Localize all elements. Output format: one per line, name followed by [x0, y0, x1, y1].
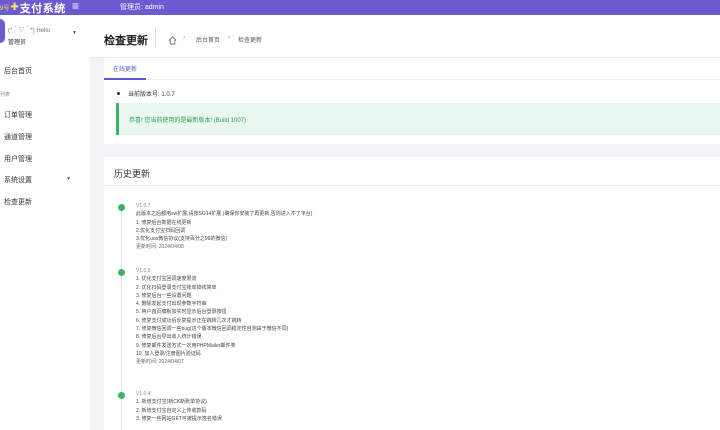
page-header: 检查更新 › 后台首页 › 检查更新 [90, 15, 720, 58]
user-role: 管理员 [8, 40, 27, 46]
sidebar: 后台首页 列表 订单管理 通道管理 用户管理 系统设置 ▼ 检查更新 [0, 57, 90, 430]
entry-line: 7. 修复微信回调一些bug(这个版本微信回调稳定性自测由于微信不同) [136, 326, 289, 333]
sidebar-item-settings[interactable]: 系统设置 [4, 175, 32, 185]
entry-line: 3.优化uos微信协议(支持百分之99的微信) [136, 236, 228, 243]
timeline-entry: V1.0.4 1. 新增支付宝(新CK新账单协议) 2. 新增支付宝自定义上传收… [136, 390, 222, 423]
entry-line: 1. 新增支付宝(新CK新账单协议) [136, 399, 207, 406]
bullet [117, 92, 120, 95]
entry-line: 2. 新增支付宝自定义上传收款码 [136, 407, 207, 414]
entry-line: 2. 优化扫码登录支付宝账单掉线简单 [136, 284, 217, 291]
online-update-card: 在线更新 当前版本号: 1.0.7 恭喜! 您当前使用的是最新版本! (Buil… [104, 58, 720, 144]
entry-line: 10. 加入登录/注册图片验证码 [136, 350, 201, 357]
sidebar-item-users[interactable]: 用户管理 [4, 154, 32, 164]
entry-line: 2.优化支付宝扫码回调 [136, 227, 186, 234]
page-title: 检查更新 [104, 35, 148, 47]
user-panel[interactable]: (*＾▽＾*) Hello 管理员 ▼ [0, 15, 90, 57]
sidebar-item-channels[interactable]: 通道管理 [4, 132, 32, 142]
entry-line: 3. 修复一些网站GET可被提示签名错误 [136, 415, 222, 422]
tab-bar: 在线更新 [104, 58, 720, 80]
entry-line: 9. 修复邮件发送方式一次用PHPMailer邮件类 [136, 342, 236, 349]
entry-version: V1.0.4 [136, 391, 151, 397]
menu-icon[interactable]: ≡ [72, 0, 79, 12]
chevron-right-icon: › [183, 34, 186, 41]
timeline-dot [118, 204, 125, 211]
entry-version: V1.0.5 [136, 268, 151, 274]
logo-prefix: 9号 [0, 6, 10, 12]
timeline-dot [118, 392, 125, 399]
entry-line: 4. 删除发起支付出现参数字符串 [136, 301, 207, 308]
logo-title: 支付系统 [19, 2, 66, 15]
entry-time: 更新时间: 2024/04/07 [136, 359, 184, 366]
divider [104, 185, 720, 186]
entry-line: 6. 修复支付成功后反复提示正在跳转几次才跳转 [136, 317, 242, 324]
sidebar-group-label: 列表 [0, 92, 11, 98]
avatar [0, 19, 5, 43]
entry-line: 8. 修复后台导出收入统计错误 [136, 334, 202, 341]
current-version: 当前版本号: 1.0.7 [128, 92, 175, 98]
sidebar-item-update[interactable]: 检查更新 [4, 197, 32, 207]
entry-time: 更新时间: 2024/04/08 [136, 244, 184, 251]
timeline-entry: V1.0.7 此版本之后都用sw扩展,请按SG14扩展 (确保你安装了再更新,否… [136, 202, 312, 252]
timeline-entry: V1.0.5 1. 优化支付宝回调速度限流 2. 优化扫码登录支付宝账单掉线简单… [136, 267, 288, 367]
update-notice: 恭喜! 您当前使用的是最新版本! (Build 1007) [116, 103, 720, 135]
logo-star-icon: ✚ [10, 2, 19, 13]
user-greeting: (*＾▽＾*) Hello [8, 28, 51, 34]
tab-online-update[interactable]: 在线更新 [104, 58, 146, 80]
entry-line: 1. 修复后台数据在线更新 [136, 219, 192, 226]
entry-version: V1.0.7 [136, 203, 151, 209]
sidebar-item-orders[interactable]: 订单管理 [4, 110, 32, 120]
divider [155, 28, 156, 48]
history-title: 历史更新 [114, 169, 151, 179]
caret-down-icon[interactable]: ▼ [72, 30, 77, 36]
admin-label[interactable]: 管理员: admin [120, 2, 164, 12]
entry-line: 此版本之后都用sw扩展,请按SG14扩展 (确保你安装了再更新,否则进入不了平台… [136, 211, 313, 218]
chevron-right-icon: › [228, 34, 231, 41]
home-icon[interactable] [168, 32, 177, 50]
timeline-dot [118, 269, 125, 276]
breadcrumb-home[interactable]: 后台首页 [196, 35, 220, 44]
top-bar: 9号 ✚ 支付系统 ≡ 管理员: admin [0, 0, 720, 15]
history-card: 历史更新 V1.0.7 此版本之后都用sw扩展,请按SG14扩展 (确保你安装了… [104, 157, 720, 430]
notice-text: 恭喜! 您当前使用的是最新版本! (Build 1007) [129, 118, 247, 124]
sidebar-item-home[interactable]: 后台首页 [4, 66, 32, 76]
breadcrumb-current: 检查更新 [238, 38, 263, 44]
chevron-down-icon[interactable]: ▼ [66, 176, 71, 182]
entry-line: 5. 用户首页模板加实时显示后台登录按钮 [136, 309, 227, 316]
entry-line: 3. 修复后台一些设置问题 [136, 292, 192, 299]
entry-line: 1. 优化支付宝回调速度限流 [136, 276, 197, 283]
